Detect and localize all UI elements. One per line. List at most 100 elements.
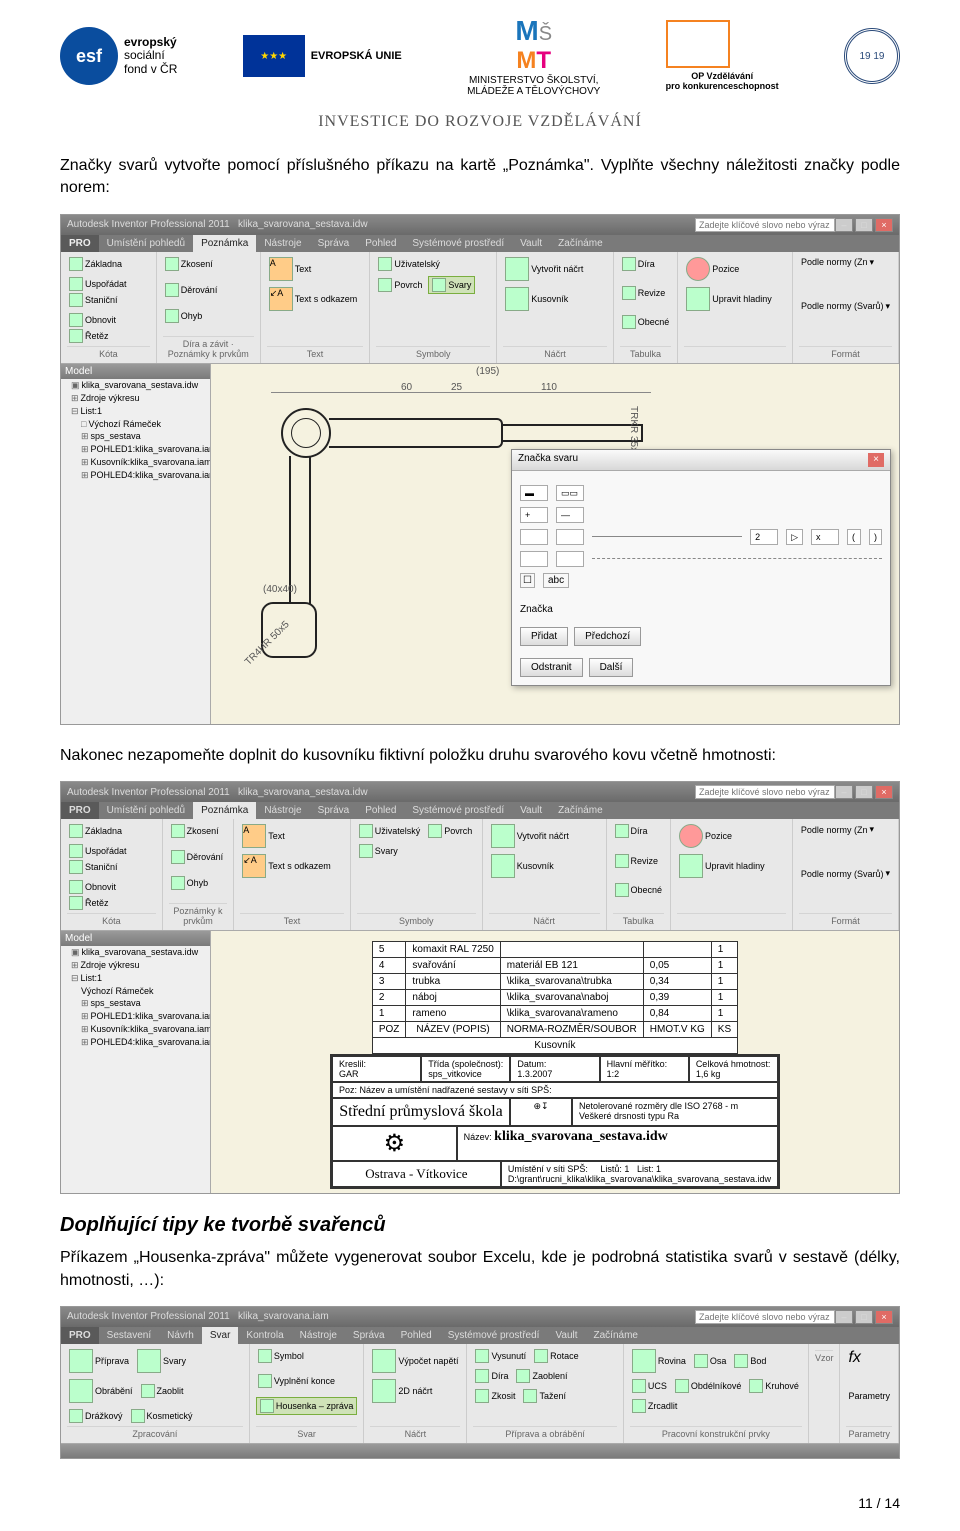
ribbon-item-text[interactable]: AText — [240, 823, 287, 849]
ribbon-item-vysunuti[interactable]: Vysunutí — [473, 1348, 528, 1364]
btn-dalsi[interactable]: Další — [589, 658, 634, 677]
weld-field[interactable]: — — [556, 507, 584, 523]
tab-vault[interactable]: Vault — [512, 235, 550, 252]
tab-sprava[interactable]: Správa — [310, 235, 358, 252]
ribbon-item-zkosit[interactable]: Zkosit — [473, 1388, 517, 1404]
tree-item[interactable]: ⊞Kusovník:klika_svarovana.iam — [61, 1023, 210, 1036]
tab-pro[interactable]: PRO — [61, 802, 99, 819]
tab-sysprostredi[interactable]: Systémové prostředí — [404, 235, 512, 252]
ribbon-item-fx[interactable]: fx — [846, 1348, 862, 1368]
ribbon-item-stanicni[interactable]: Staniční — [67, 292, 120, 308]
tab-zaciname[interactable]: Začínáme — [550, 802, 610, 819]
close-button[interactable]: × — [875, 1310, 893, 1324]
ribbon-item-pozice[interactable]: Pozice — [677, 823, 734, 849]
ribbon-item-housenka-zprava[interactable]: Housenka – zpráva — [256, 1397, 358, 1415]
minimize-button[interactable]: – — [835, 785, 853, 799]
ribbon-item-dira[interactable]: Díra — [613, 823, 650, 839]
tree-item[interactable]: □Výchozí Rámeček — [61, 418, 210, 430]
ribbon-item-svary[interactable]: Svary — [135, 1348, 188, 1374]
weld-val-x[interactable]: x — [811, 529, 839, 545]
ribbon-item-text-odkazem[interactable]: ↙AText s odkazem — [240, 853, 333, 879]
tree-item[interactable]: ⊞POHLED1:klika_svarovana.iam — [61, 443, 210, 456]
dialog-close-button[interactable]: × — [868, 453, 884, 467]
ribbon-item-vyplneni[interactable]: Vyplnění konce — [256, 1373, 337, 1389]
ribbon-item-uzivatelsky[interactable]: Uživatelský — [357, 823, 423, 839]
table-row[interactable]: 3trubka\klika_svarovana\trubka0,341 — [372, 974, 737, 990]
ribbon-item-obnovit[interactable]: Obnovit — [67, 312, 118, 328]
ribbon-item-povrch[interactable]: Povrch — [376, 276, 424, 294]
tree-item[interactable]: ⊞Kusovník:klika_svarovana.iam — [61, 456, 210, 469]
ribbon-item-usporadat[interactable]: Uspořádat — [67, 276, 129, 292]
ribbon-item-retez[interactable]: Řetěz — [67, 895, 111, 911]
tab-pro[interactable]: PRO — [61, 235, 99, 252]
ribbon-item-zrcadlit[interactable]: Zrcadlit — [630, 1398, 680, 1414]
ribbon-item-kusovnik[interactable]: Kusovník — [503, 286, 570, 312]
tree-item[interactable]: ⊟List:1 — [61, 972, 210, 985]
tab-vault[interactable]: Vault — [547, 1327, 585, 1344]
ribbon-item-dira3[interactable]: Díra — [473, 1368, 510, 1384]
minimize-button[interactable]: – — [835, 218, 853, 232]
tree-item[interactable]: ⊞POHLED4:klika_svarovana.iam — [61, 1036, 210, 1049]
table-row[interactable]: 5komaxit RAL 72501 — [372, 942, 737, 958]
ribbon-item-kusovnik[interactable]: Kusovník — [489, 853, 556, 879]
ribbon-item-zaobleni[interactable]: Zaoblení — [514, 1368, 569, 1384]
tab-umisteni[interactable]: Umístění pohledů — [99, 802, 193, 819]
ribbon-item-ucs[interactable]: UCS — [630, 1378, 669, 1394]
ribbon-item-hladiny[interactable]: Upravit hladiny — [684, 286, 774, 312]
minimize-button[interactable]: – — [835, 1310, 853, 1324]
ribbon-item-hladiny[interactable]: Upravit hladiny — [677, 853, 767, 879]
ribbon-item-nacrt[interactable]: Vytvořit náčrt — [503, 256, 585, 282]
ribbon-item-text[interactable]: AText — [267, 256, 314, 282]
tree-item[interactable]: ⊞POHLED4:klika_svarovana.iam — [61, 469, 210, 482]
drawing-canvas[interactable]: (195) 60 25 110 TRKR 35x4 (40x40) TR4HR … — [211, 364, 899, 724]
ribbon-item-obnovit[interactable]: Obnovit — [67, 879, 118, 895]
tab-nastroje[interactable]: Nástroje — [256, 802, 309, 819]
tree-item[interactable]: ⊞Zdroje výkresu — [61, 392, 210, 405]
maximize-button[interactable]: □ — [855, 218, 873, 232]
ribbon-item-bod[interactable]: Bod — [732, 1348, 768, 1374]
tab-kontrola[interactable]: Kontrola — [238, 1327, 291, 1344]
tab-sysprostredi[interactable]: Systémové prostředí — [440, 1327, 548, 1344]
ribbon-item-rotace[interactable]: Rotace — [532, 1348, 581, 1364]
ribbon-item-parametry[interactable]: Parametry — [846, 1390, 892, 1402]
ribbon-item-obecne[interactable]: Obecné — [620, 314, 672, 330]
ribbon-item-derovani[interactable]: Děrování — [163, 282, 220, 298]
ribbon-item-norma1[interactable]: Podle normy (Zn ▾ — [799, 256, 876, 269]
ribbon-item-norma1[interactable]: Podle normy (Zn ▾ — [799, 823, 876, 836]
weld-field[interactable] — [520, 529, 548, 545]
tab-vault[interactable]: Vault — [512, 802, 550, 819]
model-browser[interactable]: Model ▣klika_svarovana_sestava.idw ⊞Zdro… — [61, 364, 211, 724]
tab-sestaveni[interactable]: Sestavení — [99, 1327, 159, 1344]
tree-item[interactable]: ⊟List:1 — [61, 405, 210, 418]
tab-zaciname[interactable]: Začínáme — [550, 235, 610, 252]
ribbon-item-symbol[interactable]: Symbol — [256, 1348, 306, 1364]
ribbon-item-zaoblit[interactable]: Zaoblit — [139, 1378, 186, 1404]
btn-pridat[interactable]: Přidat — [520, 627, 568, 646]
weld-field[interactable]: ▬ — [520, 485, 548, 501]
ribbon-item-ohyb[interactable]: Ohyb — [169, 875, 211, 891]
tree-item[interactable]: ▣klika_svarovana_sestava.idw — [61, 379, 210, 392]
ribbon-item-norma2[interactable]: Podle normy (Svarů) ▾ — [799, 300, 892, 313]
ribbon-item-vypocet[interactable]: Výpočet napětí — [370, 1348, 460, 1374]
ribbon-item-zakladna[interactable]: Základna — [67, 823, 124, 839]
ribbon-item-drazkovy[interactable]: Drážkový — [67, 1408, 125, 1424]
tree-item[interactable]: Výchozí Rámeček — [61, 985, 210, 997]
close-button[interactable]: × — [875, 785, 893, 799]
tab-pohled[interactable]: Pohled — [393, 1327, 440, 1344]
ribbon-item-usporadat[interactable]: Uspořádat — [67, 843, 129, 859]
ribbon-item-kruhove[interactable]: Kruhové — [747, 1378, 801, 1394]
drawing-canvas-2[interactable]: 5komaxit RAL 72501 4svařovánímateriál EB… — [211, 931, 899, 1193]
ribbon-item-kosmeticky[interactable]: Kosmetický — [129, 1408, 195, 1424]
btn-predchozi[interactable]: Předchozí — [574, 627, 641, 646]
search-input[interactable] — [695, 785, 835, 799]
ribbon-item-nacrt[interactable]: Vytvořit náčrt — [489, 823, 571, 849]
search-input[interactable] — [695, 1310, 835, 1324]
table-row[interactable]: 1rameno\klika_svarovana\rameno0,841 — [372, 1006, 737, 1022]
weld-field[interactable]: + — [520, 507, 548, 523]
ribbon-item-obrabeni[interactable]: Obrábění — [67, 1378, 135, 1404]
tab-pohled[interactable]: Pohled — [357, 802, 404, 819]
tree-item[interactable]: ⊞Zdroje výkresu — [61, 959, 210, 972]
weld-field[interactable]: ▭▭ — [556, 485, 584, 501]
ribbon-item-tazeni[interactable]: Tažení — [521, 1388, 568, 1404]
weld-val-paren[interactable]: ( — [847, 529, 861, 545]
